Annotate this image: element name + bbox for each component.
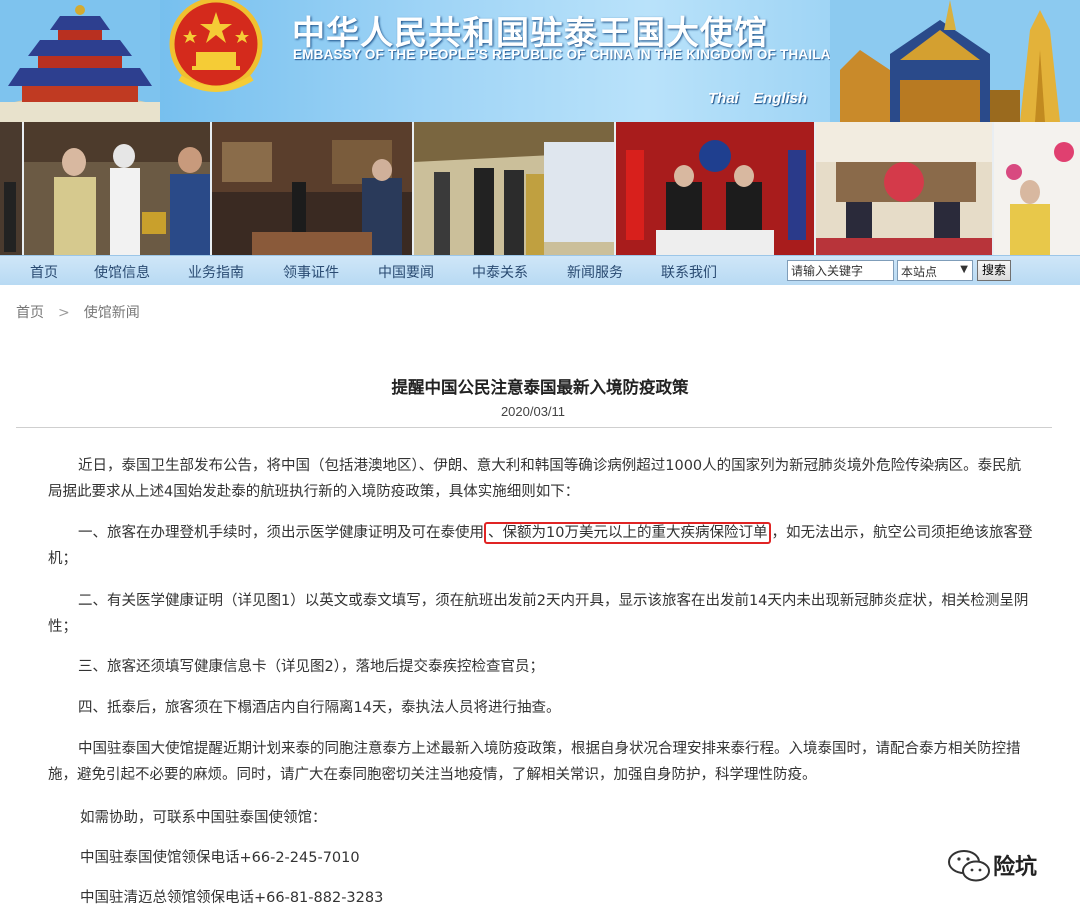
article-item-3: 三、旅客还须填写健康信息卡（详见图2），落地后提交泰疾控检查官员； [48, 654, 1033, 680]
photo-image [616, 122, 814, 255]
language-links: Thai English [708, 90, 817, 107]
photo-image [0, 122, 22, 255]
lang-link-thai[interactable]: Thai [708, 90, 739, 107]
national-emblem-icon [169, 0, 263, 92]
watermark-text: 险坑 [993, 855, 1038, 880]
photo-strip [0, 122, 1080, 255]
lang-link-english[interactable]: English [753, 90, 807, 107]
search-scope-select[interactable]: 本站点 ▼ [897, 260, 973, 281]
search-input[interactable]: 请输入关键字 [787, 260, 894, 281]
nav-item-consular-docs[interactable]: 领事证件 [283, 262, 339, 282]
nav-item-embassy-info[interactable]: 使馆信息 [94, 262, 150, 282]
photo-image [24, 122, 210, 255]
breadcrumb-embassy-news[interactable]: 使馆新闻 [84, 305, 140, 321]
photo-image [212, 122, 412, 255]
article-item-2: 二、有关医学健康证明（详见图1）以英文或泰文填写，须在航班出发前2天内开具，显示… [48, 588, 1033, 640]
nav-item-service-guide[interactable]: 业务指南 [188, 262, 244, 282]
article-title: 提醒中国公民注意泰国最新入境防疫政策 [391, 378, 689, 397]
nav-item-china-news[interactable]: 中国要闻 [378, 262, 434, 282]
breadcrumb: 首页 > 使馆新闻 [16, 302, 140, 322]
contact-chiangmai-phone: 中国驻清迈总领馆领保电话+66-81-882-3283 [80, 890, 384, 906]
nav-item-news-service[interactable]: 新闻服务 [567, 262, 623, 282]
dropdown-arrow-icon: ▼ [960, 264, 968, 275]
breadcrumb-separator: > [58, 305, 70, 321]
item2-text: 二、有关医学健康证明（详见图1）以英文或泰文填写，须在航班出发前2天内开具，显示… [48, 593, 1029, 635]
embassy-title-en: EMBASSY OF THE PEOPLE'S REPUBLIC OF CHIN… [293, 47, 851, 62]
reminder-text: 中国驻泰国大使馆提醒近期计划来泰的同胞注意泰方上述最新入境防疫政策，根据自身状况… [48, 741, 1021, 783]
assist-line: 如需协助，可联系中国驻泰国使领馆： [80, 810, 327, 826]
thai-temple-icon [830, 0, 1080, 122]
article-item-4: 四、抵泰后，旅客须在下榻酒店内自行隔离14天，泰执法人员将进行抽查。 [48, 695, 1033, 721]
item3-text: 三、旅客还须填写健康信息卡（详见图2），落地后提交泰疾控检查官员； [78, 659, 544, 675]
article-item-1: 一、旅客在办理登机手续时，须出示医学健康证明及可在泰使用 、保额为10万美元以上的… [48, 520, 1033, 572]
breadcrumb-home[interactable]: 首页 [16, 305, 44, 321]
search-scope-value: 本站点 [901, 265, 938, 279]
contact-embassy-phone: 中国驻泰国使馆领保电话+66-2-245-7010 [80, 850, 360, 866]
item4-text: 四、抵泰后，旅客须在下榻酒店内自行隔离14天，泰执法人员将进行抽查。 [78, 700, 561, 716]
nav-item-contact-us[interactable]: 联系我们 [661, 262, 717, 282]
item1-text-before: 一、旅客在办理登机手续时，须出示医学健康证明及可在泰使用 [78, 525, 484, 541]
photo-image [816, 122, 992, 255]
search-button[interactable]: 搜索 [977, 260, 1011, 281]
article-reminder: 中国驻泰国大使馆提醒近期计划来泰的同胞注意泰方上述最新入境防疫政策，根据自身状况… [48, 736, 1033, 788]
nav-item-home[interactable]: 首页 [30, 262, 58, 282]
intro-text: 近日，泰国卫生部发布公告，将中国（包括港澳地区）、伊朗、意大利和韩国等确诊病例超… [48, 458, 1022, 500]
title-divider [16, 427, 1052, 428]
article-date: 2020/03/11 [500, 404, 566, 419]
highlighted-insurance-requirement: 、保额为10万美元以上的重大疾病保险订单 [484, 522, 772, 544]
main-nav: 首页 使馆信息 业务指南 领事证件 中国要闻 中泰关系 新闻服务 联系我们 请输… [0, 255, 1080, 285]
site-banner: 中华人民共和国驻泰王国大使馆 EMBASSY OF THE PEOPLE'S R… [0, 0, 1080, 122]
nav-item-china-thailand[interactable]: 中泰关系 [472, 262, 528, 282]
article-intro: 近日，泰国卫生部发布公告，将中国（包括港澳地区）、伊朗、意大利和韩国等确诊病例超… [48, 453, 1033, 505]
photo-image [994, 122, 1080, 255]
temple-of-heaven-icon [0, 0, 160, 122]
photo-image [414, 122, 614, 255]
